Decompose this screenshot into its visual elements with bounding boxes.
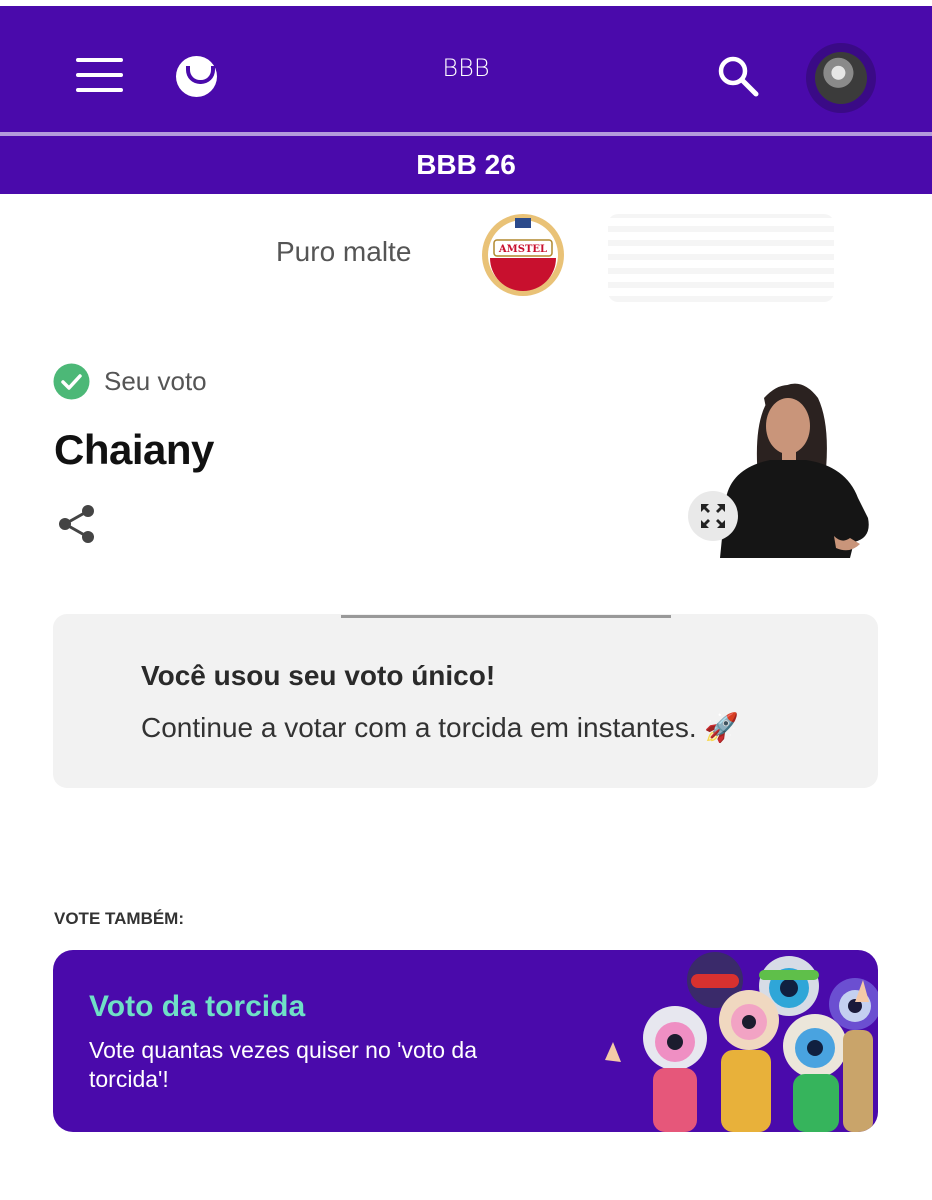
page-title: BBB xyxy=(442,54,490,82)
faded-sponsor-logo xyxy=(608,214,834,302)
search-icon[interactable] xyxy=(716,54,760,98)
amstel-logo-text: AMSTEL xyxy=(498,244,547,255)
candidate-name: Chaiany xyxy=(54,426,214,473)
top-app-bar: BBB xyxy=(0,6,932,136)
torcida-title: Voto da torcida xyxy=(89,990,306,1023)
expand-icon xyxy=(701,504,725,528)
bbb-eye-mascots-illustration xyxy=(605,952,878,1132)
voto-torcida-card[interactable]: Voto da torcida Vote quantas vezes quise… xyxy=(53,950,878,1132)
vote-notice-card: Você usou seu voto único! Continue a vot… xyxy=(53,614,878,788)
vote-also-label: VOTE TAMBÉM: xyxy=(54,909,185,928)
notice-handle xyxy=(341,615,671,618)
share-icon[interactable] xyxy=(57,503,97,545)
expand-photo-button[interactable] xyxy=(688,491,738,541)
notice-message: Continue a votar com a torcida em instan… xyxy=(141,712,740,743)
user-avatar[interactable] xyxy=(806,43,876,113)
sponsor-tagline: Puro malte xyxy=(276,236,412,267)
check-circle-icon xyxy=(53,363,90,400)
notice-title: Você usou seu voto único! xyxy=(141,660,496,691)
section-title-bar: BBB 26 xyxy=(0,136,932,194)
vote-status-label: Seu voto xyxy=(104,366,207,396)
amstel-logo: AMSTEL xyxy=(482,214,564,296)
torcida-description: Vote quantas vezes quiser no 'voto da to… xyxy=(89,1037,477,1092)
